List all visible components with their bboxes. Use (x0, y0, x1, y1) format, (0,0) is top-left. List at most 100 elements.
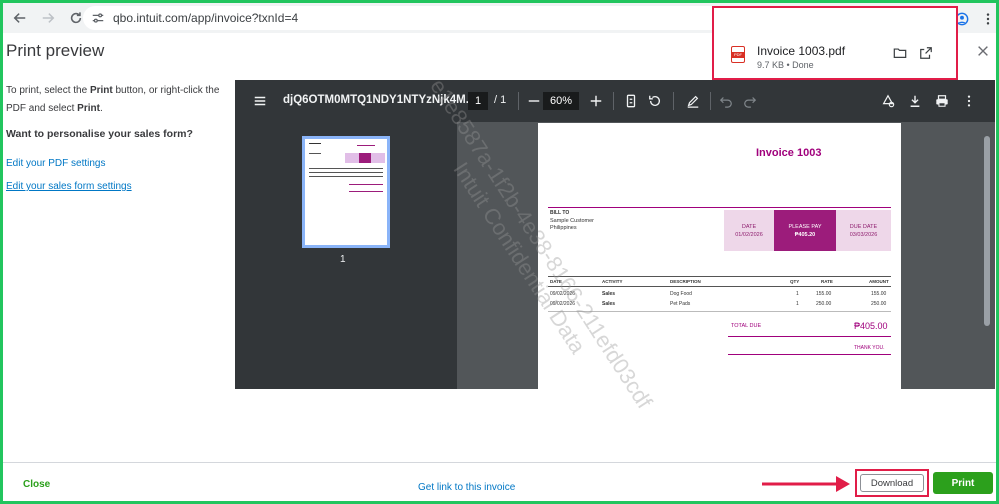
redo-icon[interactable] (743, 94, 757, 108)
page-number-input[interactable]: 1 (468, 92, 488, 110)
table-top-rule (548, 276, 891, 277)
fit-page-icon[interactable] (624, 94, 638, 108)
thumbnail-page-number: 1 (340, 254, 346, 265)
printer-icon[interactable] (935, 94, 949, 108)
thumb-line (349, 184, 383, 185)
invoice-page: Invoice 1003 BILL TO Sample Customer Phi… (538, 123, 901, 389)
total-due-value: ₱405.00 (854, 321, 888, 331)
pdf-download-icon[interactable] (908, 94, 922, 108)
thumbnail-sidebar: 1 (235, 122, 457, 389)
zoom-out-icon[interactable] (527, 94, 541, 108)
download-filename[interactable]: Invoice 1003.pdf (757, 44, 845, 58)
print-button[interactable]: Print (933, 472, 993, 494)
table-cell-rate: 250.00 (816, 301, 832, 307)
get-link-button[interactable]: Get link to this invoice (418, 482, 515, 493)
bill-to-rule (548, 207, 891, 208)
close-button[interactable]: Close (23, 479, 50, 490)
print-preview-title: Print preview (6, 41, 105, 60)
total-due-label: TOTAL DUE (731, 323, 762, 329)
table-cell-rate: 155.00 (816, 291, 832, 297)
download-meta: 9.7 KB • Done (757, 60, 814, 70)
due-date-value: 03/03/2026 (849, 232, 878, 238)
site-settings-icon[interactable] (91, 11, 105, 25)
table-bottom-rule (548, 311, 891, 312)
table-cell-amount: 155.00 (871, 291, 887, 297)
undo-icon[interactable] (719, 94, 733, 108)
thumb-line (309, 153, 321, 154)
table-cell-activity: Sales (602, 291, 616, 297)
bill-to-label: BILL TO (550, 210, 570, 216)
table-cell-date: 09/02/2026 (550, 301, 576, 307)
annotate-pen-icon[interactable] (686, 94, 700, 108)
thumb-line (309, 143, 321, 144)
col-header-qty: QTY (790, 279, 800, 284)
col-header-activity: ACTIVITY (602, 279, 623, 284)
downloads-bubble: PDF Invoice 1003.pdf 9.7 KB • Done (712, 6, 958, 80)
col-header-amount: AMOUNT (869, 279, 889, 284)
forward-icon[interactable] (37, 7, 59, 29)
edit-sales-form-settings-link[interactable]: Edit your sales form settings (6, 181, 236, 192)
arrow-annotation-icon (762, 476, 850, 492)
invoice-date-box: DATE 01/02/2026 (724, 210, 774, 251)
menu-kebab-icon[interactable] (981, 11, 995, 27)
due-date-box: DUE DATE 03/03/2026 (836, 210, 891, 251)
pdf-scrollbar[interactable] (983, 124, 991, 386)
table-cell-qty: 1 (796, 301, 799, 307)
drive-save-icon[interactable] (881, 94, 895, 108)
zoom-in-icon[interactable] (589, 94, 603, 108)
instructions-end: . (99, 103, 103, 114)
pdf-toolbar: djQ6OTM0MTQ1NDY1NTYzNjk4M... 1 / 1 60% (235, 80, 995, 122)
edit-pdf-settings-link[interactable]: Edit your PDF settings (6, 158, 236, 169)
open-external-icon[interactable] (919, 46, 933, 60)
personalise-heading: Want to personalise your sales form? (6, 128, 193, 140)
pdf-file-icon: PDF (731, 46, 745, 63)
instructions-bold-print-2: Print (77, 103, 100, 114)
table-cell-qty: 1 (796, 291, 799, 297)
thank-you-text: THANK YOU. (854, 345, 885, 351)
url-text[interactable]: qbo.intuit.com/app/invoice?txnId=4 (113, 11, 298, 25)
table-cell-description: Dog Food (670, 291, 692, 297)
thank-you-rule (728, 354, 891, 355)
table-cell-activity: Sales (602, 301, 616, 307)
print-instructions-text: To print, select the Print button, or ri… (6, 82, 236, 118)
invoice-title: Invoice 1003 (756, 147, 822, 159)
folder-icon[interactable] (893, 46, 907, 60)
download-button[interactable]: Download (860, 474, 924, 492)
please-pay-box: PLEASE PAY ₱405.20 (774, 210, 836, 251)
rotate-icon[interactable] (648, 94, 662, 108)
total-rule (728, 336, 891, 337)
date-value: 01/02/2026 (735, 232, 763, 238)
download-item[interactable]: PDF Invoice 1003.pdf 9.7 KB • Done (717, 36, 953, 76)
scrollbar-thumb[interactable] (984, 136, 990, 326)
toolbar-divider (710, 92, 711, 110)
toolbar-divider (613, 92, 614, 110)
due-date-label: DUE DATE (849, 224, 878, 230)
customer-name: Sample Customer (550, 218, 595, 224)
toolbar-divider (518, 92, 519, 110)
more-options-icon[interactable] (962, 94, 976, 108)
pdf-viewer: djQ6OTM0MTQ1NDY1NTYzNjk4M... 1 / 1 60% 1… (235, 80, 995, 389)
table-cell-date: 09/02/2026 (550, 291, 576, 297)
thumb-line (309, 172, 383, 173)
instructions-part1: To print, select the (6, 85, 90, 96)
hamburger-menu-icon[interactable] (253, 94, 267, 108)
print-instructions-panel: To print, select the Print button, or ri… (6, 82, 236, 192)
back-icon[interactable] (9, 7, 31, 29)
thumb-pay-box (359, 153, 371, 163)
close-icon[interactable] (976, 44, 990, 58)
page-thumbnail[interactable] (302, 136, 390, 248)
col-header-description: DESCRIPTION (670, 279, 701, 284)
page-count: / 1 (494, 94, 507, 106)
instructions-bold-print-1: Print (89, 85, 113, 96)
pdf-doc-title: djQ6OTM0MTQ1NDY1NTYzNjk4M... (283, 94, 476, 106)
toolbar-divider (673, 92, 674, 110)
thumb-line (349, 191, 383, 192)
date-label: DATE (741, 224, 757, 230)
customer-address: Sample Customer Philippines (550, 218, 594, 232)
zoom-level-input[interactable]: 60% (543, 92, 579, 110)
thumb-line (357, 145, 375, 146)
col-header-date: DATE (550, 279, 562, 284)
print-preview-footer: Close Get link to this invoice Download … (3, 462, 996, 501)
table-header-rule (548, 286, 891, 287)
thumb-line (309, 176, 383, 177)
